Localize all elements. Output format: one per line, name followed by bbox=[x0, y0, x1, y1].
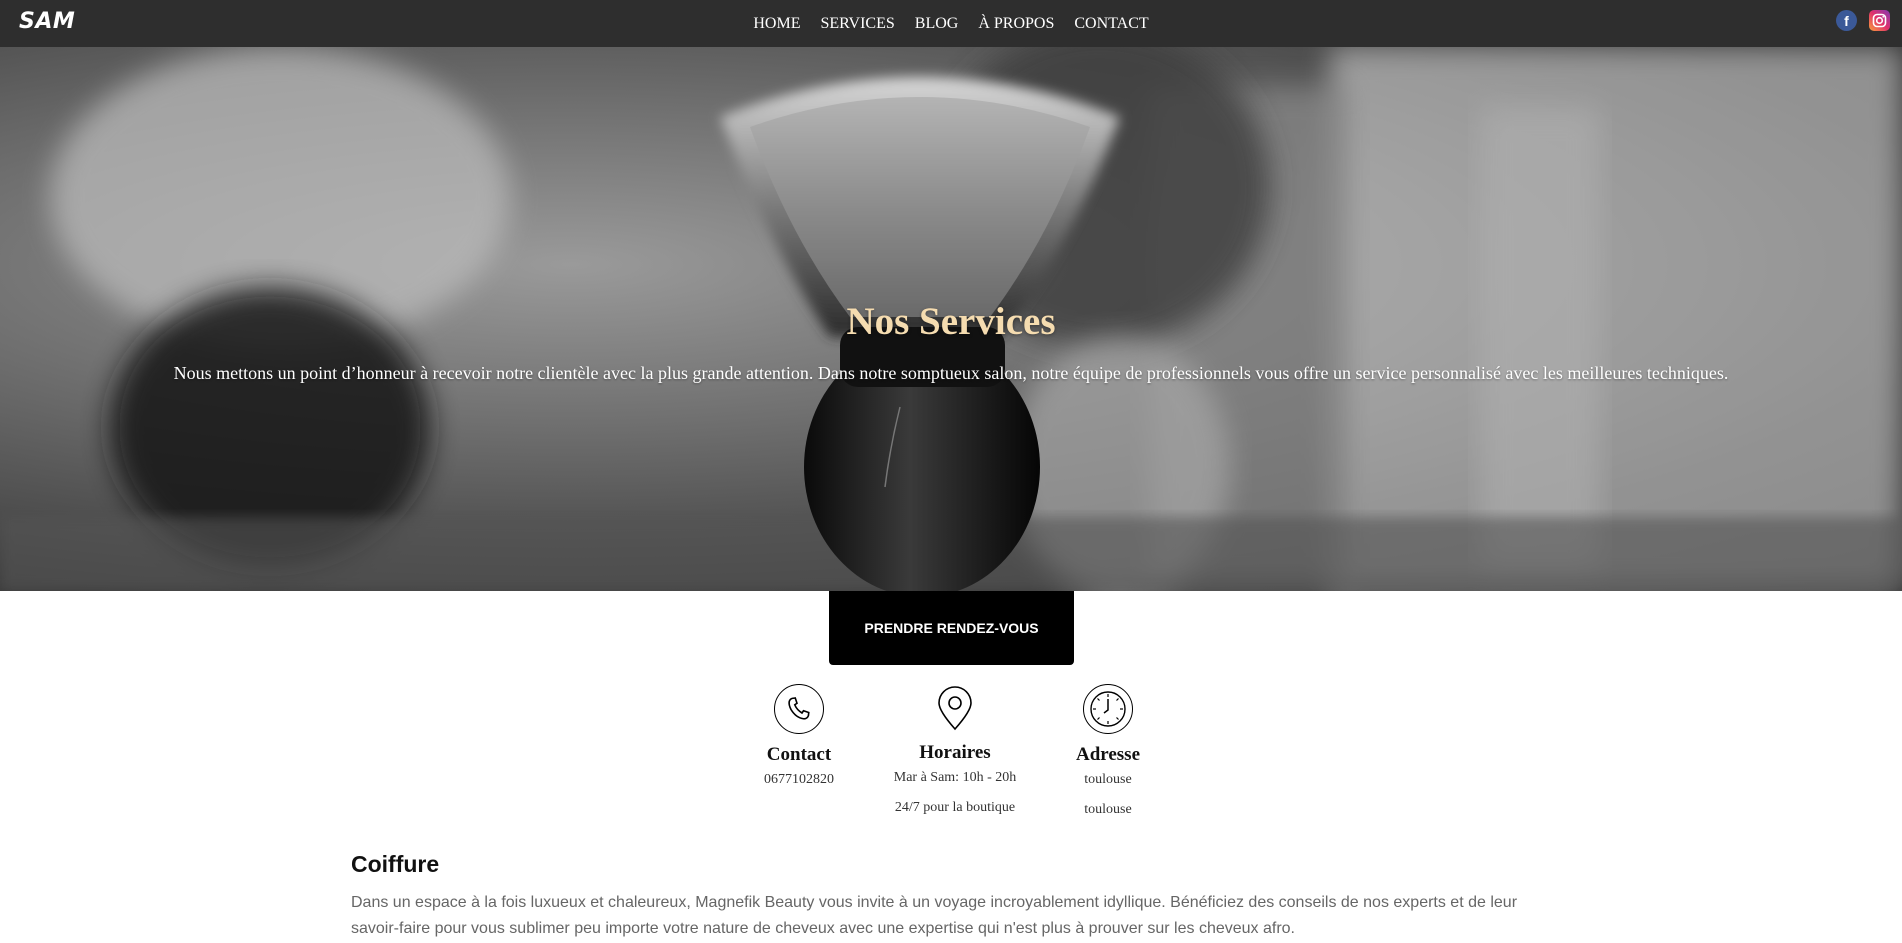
book-appointment-button[interactable]: PRENDRE RENDEZ-VOUS bbox=[829, 591, 1074, 665]
adresse-line-2: toulouse bbox=[1084, 802, 1132, 817]
contact-phone[interactable]: 0677102820 bbox=[719, 772, 879, 788]
hero-title: Nos Services bbox=[846, 300, 1056, 344]
top-navigation-bar: SAM HOME SERVICES BLOG À PROPOS CONTACT … bbox=[0, 0, 1902, 47]
info-adresse: Adresse toulouse toulouse bbox=[1028, 684, 1188, 818]
horaires-line-2: 24/7 pour la boutique bbox=[894, 800, 1016, 815]
adresse-title: Adresse bbox=[1075, 744, 1141, 765]
nav-item-services[interactable]: SERVICES bbox=[820, 15, 894, 33]
nav-item-blog[interactable]: BLOG bbox=[915, 15, 959, 33]
section-title: Coiffure bbox=[351, 851, 440, 877]
social-links: f bbox=[1836, 10, 1890, 31]
instagram-icon[interactable] bbox=[1869, 10, 1890, 31]
facebook-icon[interactable]: f bbox=[1836, 10, 1857, 31]
nav-item-home[interactable]: HOME bbox=[753, 15, 800, 33]
nav-item-a-propos[interactable]: À PROPOS bbox=[978, 15, 1054, 33]
contact-title: Contact bbox=[766, 744, 832, 765]
hero-subtitle: Nous mettons un point d’honneur à recevo… bbox=[173, 363, 1729, 383]
main-nav: HOME SERVICES BLOG À PROPOS CONTACT bbox=[0, 0, 1902, 47]
location-pin-icon bbox=[931, 684, 979, 732]
phone-icon[interactable] bbox=[774, 684, 824, 734]
info-horaires: Horaires Mar à Sam: 10h - 20h 24/7 pour … bbox=[875, 684, 1035, 816]
section-text: Dans un espace à la fois luxueux et chal… bbox=[351, 894, 1518, 937]
hero-banner: Nos Services Nous mettons un point d’hon… bbox=[0, 47, 1902, 591]
nav-item-contact[interactable]: CONTACT bbox=[1074, 15, 1148, 33]
info-contact: Contact 0677102820 bbox=[719, 684, 879, 788]
horaires-line-1: Mar à Sam: 10h - 20h bbox=[893, 770, 1017, 785]
adresse-line-1: toulouse bbox=[1084, 772, 1132, 787]
horaires-title: Horaires bbox=[919, 742, 991, 763]
clock-icon bbox=[1083, 684, 1133, 734]
